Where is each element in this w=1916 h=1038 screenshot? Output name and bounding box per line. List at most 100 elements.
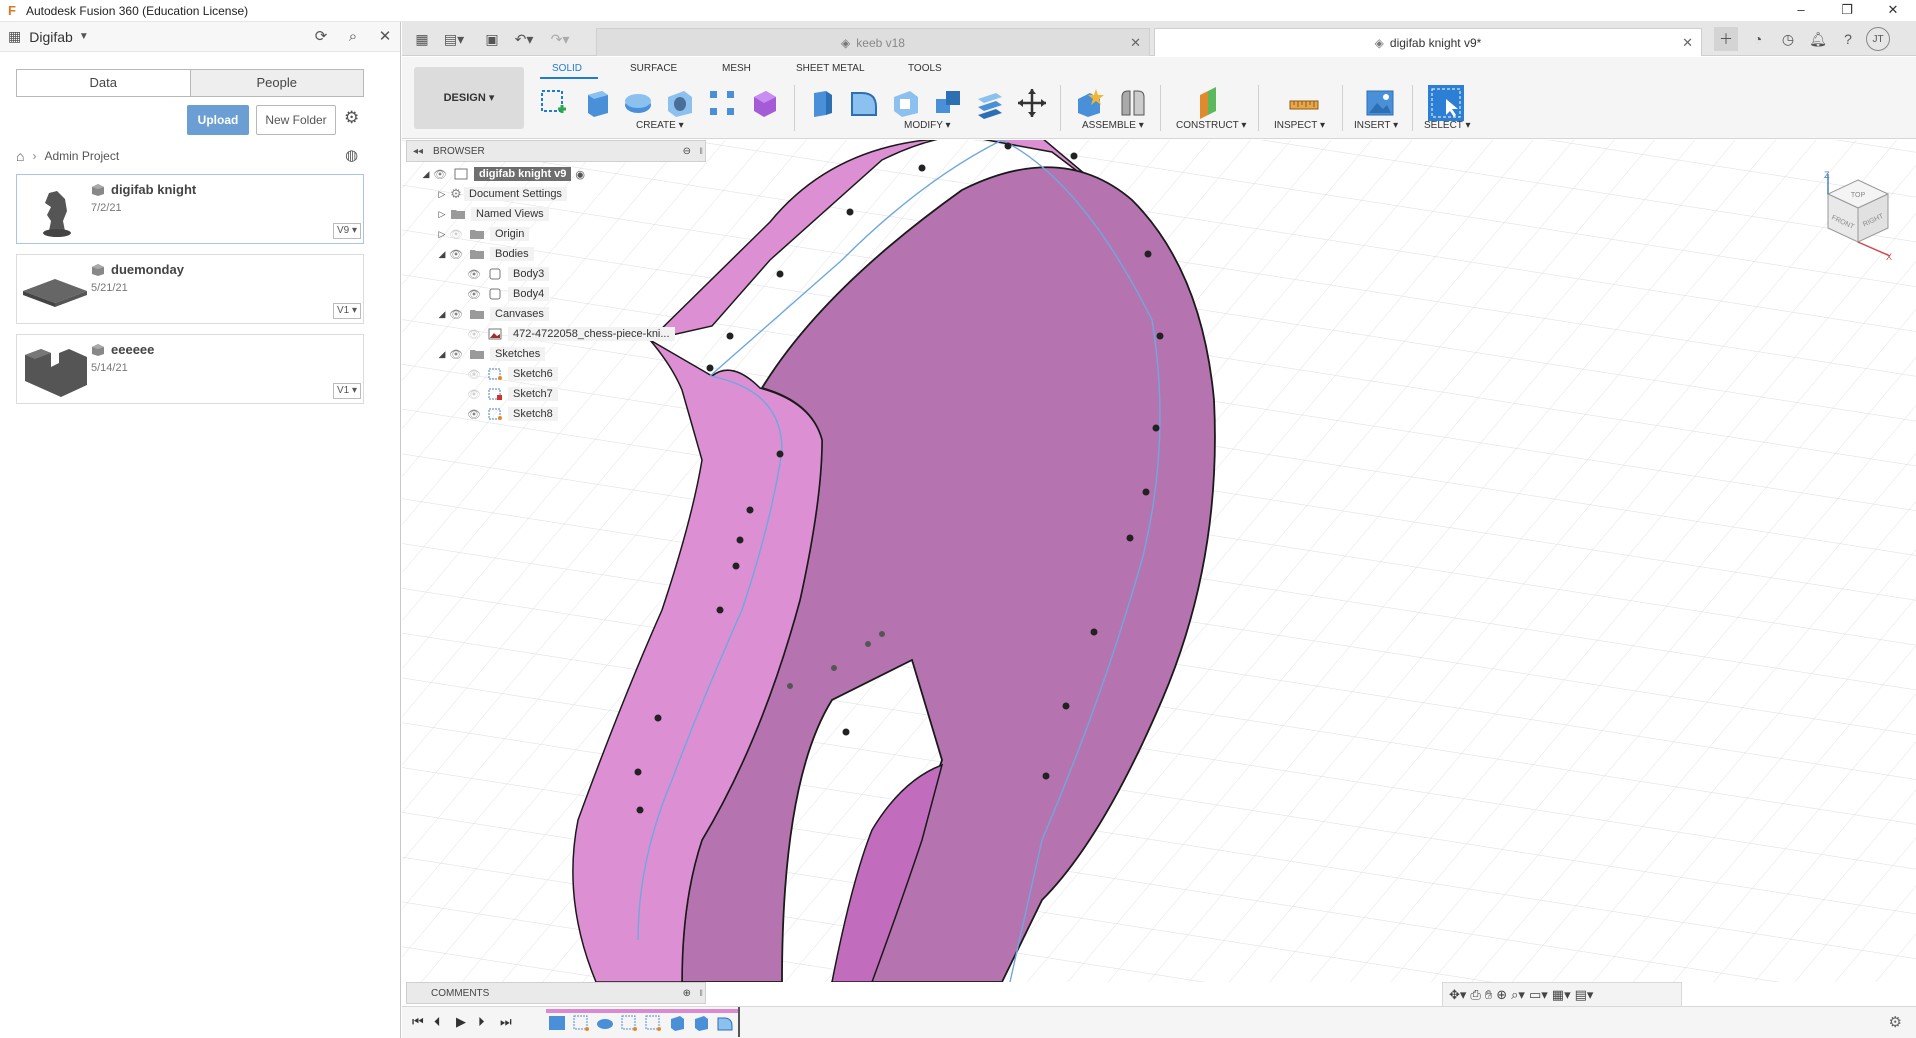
chevron-down-icon[interactable]: ▼ xyxy=(79,31,89,42)
collapse-icon[interactable]: ◢ xyxy=(436,249,448,260)
assemble-menu[interactable]: ASSEMBLE ▾ xyxy=(1082,120,1144,131)
tree-label[interactable]: Canvases xyxy=(490,307,549,321)
file-card-digifab-knight[interactable]: digifab knight 7/2/21 V9 ▾ xyxy=(16,174,364,244)
inspect-menu[interactable]: INSPECT ▾ xyxy=(1274,120,1325,131)
sketch-feature-icon[interactable] xyxy=(620,1014,638,1032)
redo-icon[interactable]: ↷▾ xyxy=(548,27,572,51)
zoom-icon[interactable]: ⊕ xyxy=(1496,987,1507,1003)
visibility-eye-icon[interactable]: 👁︎ xyxy=(448,348,464,361)
extensions-icon[interactable]: ◔ xyxy=(1746,27,1770,51)
tree-label[interactable]: Sketches xyxy=(490,347,546,361)
fillet-icon[interactable] xyxy=(848,87,880,119)
extrude-icon[interactable] xyxy=(580,87,612,119)
press-pull-icon[interactable] xyxy=(806,87,838,119)
create-menu[interactable]: CREATE ▾ xyxy=(636,120,684,131)
tree-label[interactable]: Body4 xyxy=(508,287,550,301)
notifications-icon[interactable]: 🔔︎ xyxy=(1806,27,1830,51)
go-to-end-icon[interactable]: ⏭ xyxy=(500,1014,512,1030)
activate-radio-icon[interactable]: ◉ xyxy=(575,168,585,181)
version-dropdown[interactable]: V1 ▾ xyxy=(333,303,361,319)
undo-icon[interactable]: ↶▾ xyxy=(512,27,536,51)
viewports-icon[interactable]: ▤▾ xyxy=(1575,987,1594,1003)
shell-icon[interactable] xyxy=(890,87,922,119)
tree-label[interactable]: Body3 xyxy=(508,267,550,281)
form-icon[interactable] xyxy=(748,87,780,119)
tree-label[interactable]: Bodies xyxy=(490,247,534,261)
version-dropdown[interactable]: V1 ▾ xyxy=(333,383,361,399)
browser-header[interactable]: ◂◂ BROWSER ⊖ ‖ xyxy=(406,140,706,162)
extrude-feature-icon[interactable] xyxy=(668,1014,686,1032)
sketch-feature-icon[interactable] xyxy=(572,1014,590,1032)
browser-root[interactable]: ◢ 👁︎ digifab knight v9 ◉ xyxy=(420,164,585,184)
tab-data[interactable]: Data xyxy=(17,70,190,96)
fillet-feature-icon[interactable] xyxy=(716,1014,734,1032)
file-name[interactable]: duemonday xyxy=(111,262,184,277)
file-name[interactable]: eeeeee xyxy=(111,342,154,357)
minus-icon[interactable]: ⊖ xyxy=(683,146,691,157)
tree-label[interactable]: Sketch7 xyxy=(508,387,558,401)
tree-item-sketches[interactable]: ◢ 👁︎ Sketches xyxy=(436,344,546,364)
root-label[interactable]: digifab knight v9 xyxy=(474,167,572,181)
tree-item-document-settings[interactable]: ▷ ⚙ Document Settings xyxy=(436,184,567,204)
close-window-button[interactable]: ✕ xyxy=(1870,0,1916,22)
visibility-eye-icon[interactable]: 👁︎ xyxy=(466,288,482,301)
tab-sheet-metal[interactable]: SHEET METAL xyxy=(796,63,865,74)
visibility-eye-icon[interactable]: 👁︎ xyxy=(432,168,448,181)
workspace-switcher[interactable]: DESIGN ▾ xyxy=(414,67,524,129)
offset-plane-icon[interactable] xyxy=(1192,87,1224,119)
select-menu[interactable]: SELECT ▾ xyxy=(1424,120,1471,131)
collapse-icon[interactable]: ◢ xyxy=(420,169,432,180)
canvas-feature-icon[interactable] xyxy=(548,1014,566,1032)
look-at-icon[interactable]: ⎙ xyxy=(1470,987,1480,1003)
tree-label[interactable]: Origin xyxy=(490,227,530,241)
tab-surface[interactable]: SURFACE xyxy=(630,63,677,74)
version-dropdown[interactable]: V9 ▾ xyxy=(333,223,361,239)
tree-label[interactable]: Sketch6 xyxy=(508,367,558,381)
collapse-icon[interactable]: ◢ xyxy=(436,309,448,320)
visibility-eye-icon[interactable]: 👁︎ xyxy=(448,248,464,261)
file-name[interactable]: digifab knight xyxy=(111,182,196,197)
search-icon[interactable]: ⌕ xyxy=(338,22,368,52)
file-menu-icon[interactable]: ▤▾ xyxy=(442,27,466,51)
joint-icon[interactable] xyxy=(1116,87,1148,119)
visibility-eye-icon[interactable]: 👁︎ xyxy=(466,408,482,421)
new-tab-icon[interactable]: ＋ xyxy=(1714,27,1738,51)
extrude-feature-icon[interactable] xyxy=(692,1014,710,1032)
add-comment-icon[interactable]: ⊕ xyxy=(683,988,691,999)
new-component-icon[interactable] xyxy=(1074,87,1106,119)
tree-item-sketch6[interactable]: 👁︎ Sketch6 xyxy=(466,364,558,384)
tab-people[interactable]: People xyxy=(189,70,363,96)
display-settings-icon[interactable]: ▭▾ xyxy=(1529,987,1548,1003)
tree-item-origin[interactable]: ▷ 👁︎ Origin xyxy=(436,224,530,244)
create-sketch-icon[interactable] xyxy=(538,87,570,119)
team-selector[interactable]: Digifab xyxy=(29,29,73,45)
close-tab-icon[interactable]: ✕ xyxy=(1130,35,1141,51)
select-tool-icon[interactable] xyxy=(1428,85,1464,121)
viewcube-top-label[interactable]: TOP xyxy=(1851,192,1866,199)
tab-keeb[interactable]: ◈ keeb v18 ✕ xyxy=(596,28,1150,56)
revolve-icon[interactable] xyxy=(622,87,654,119)
step-forward-icon[interactable]: ⏵ xyxy=(478,1014,485,1030)
globe-icon[interactable]: ◍ xyxy=(345,146,358,164)
upload-button[interactable]: Upload xyxy=(187,105,249,135)
expand-icon[interactable]: ▷ xyxy=(436,209,448,220)
timeline-gear-icon[interactable]: ⚙ xyxy=(1889,1013,1902,1031)
tree-item-named-views[interactable]: ▷ Named Views xyxy=(436,204,549,224)
user-avatar[interactable]: JT xyxy=(1866,27,1890,51)
tab-digifab-knight[interactable]: ◈ digifab knight v9* ✕ xyxy=(1154,28,1702,56)
pan-icon[interactable]: ✋︎ xyxy=(1485,987,1492,1003)
file-card-duemonday[interactable]: duemonday 5/21/21 V1 ▾ xyxy=(16,254,364,324)
tree-label[interactable]: Sketch8 xyxy=(508,407,558,421)
tree-item-body4[interactable]: 👁︎ Body4 xyxy=(466,284,550,304)
restore-button[interactable]: ❐ xyxy=(1824,0,1870,22)
extrude-feature-icon[interactable] xyxy=(596,1014,614,1032)
view-cube[interactable]: TOP FRONT RIGHT Z X xyxy=(1818,170,1898,260)
new-folder-button[interactable]: New Folder xyxy=(256,105,336,135)
orbit-icon[interactable]: ✥▾ xyxy=(1449,987,1466,1003)
hidden-eye-icon[interactable]: 👁︎ xyxy=(466,388,482,401)
construct-menu[interactable]: CONSTRUCT ▾ xyxy=(1176,120,1246,131)
file-card-eeeeee[interactable]: eeeeee 5/14/21 V1 ▾ xyxy=(16,334,364,404)
go-to-start-icon[interactable]: ⏮ xyxy=(412,1014,424,1030)
expand-icon[interactable]: ▷ xyxy=(436,229,448,240)
resize-handle-icon[interactable]: ‖ xyxy=(699,988,703,998)
